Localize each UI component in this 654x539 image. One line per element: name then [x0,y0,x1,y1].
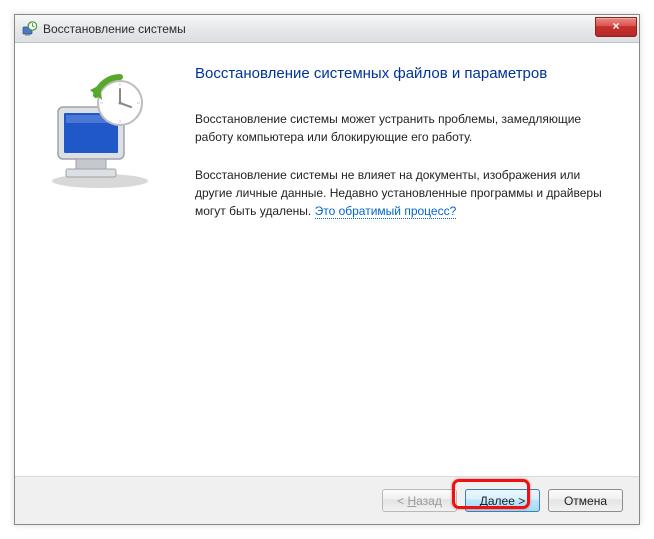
page-heading: Восстановление системных файлов и параме… [195,65,609,82]
system-restore-icon [21,21,37,37]
button-bar: < Назад Далее > Отмена [15,476,639,524]
next-button[interactable]: Далее > [465,489,540,512]
paragraph-1: Восстановление системы может устранить п… [195,110,609,146]
reversible-process-link[interactable]: Это обратимый процесс? [315,204,457,219]
paragraph-2: Восстановление системы не влияет на доку… [195,166,609,220]
titlebar[interactable]: Восстановление системы × [15,15,639,43]
content-area: Восстановление системных файлов и параме… [15,43,639,476]
window-title: Восстановление системы [43,22,186,36]
main-panel: Восстановление системных файлов и параме… [185,43,639,476]
cancel-button[interactable]: Отмена [548,489,623,512]
close-icon: × [612,19,619,33]
close-button[interactable]: × [595,17,637,37]
dialog-window: Восстановление системы × [14,14,640,525]
system-restore-illustration-icon [40,73,160,193]
back-button: < Назад [382,489,457,512]
sidebar-illustration [15,43,185,476]
